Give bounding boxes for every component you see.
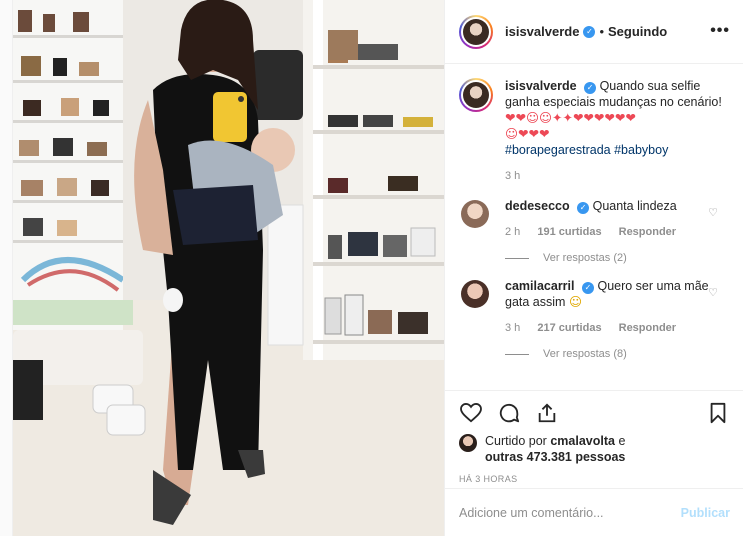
author-avatar-image bbox=[463, 18, 489, 45]
comment-avatar[interactable] bbox=[459, 278, 491, 310]
verified-badge-icon: ✓ bbox=[581, 282, 594, 294]
caption-body: isisvalverde ✓ Quando sua selfie ganha e… bbox=[505, 78, 730, 184]
action-icons-row bbox=[459, 399, 730, 427]
caption-meta: 3 h bbox=[505, 168, 730, 184]
comment-reply-button[interactable]: Responder bbox=[619, 226, 676, 238]
comment-username[interactable]: dedesecco bbox=[505, 199, 570, 213]
liked-by-text: Curtido por cmalavolta e outras 473.381 … bbox=[485, 433, 625, 465]
comment-text: Quanta lindeza bbox=[592, 199, 677, 213]
liked-by-prefix: Curtido por bbox=[485, 434, 547, 448]
replies-line bbox=[505, 353, 529, 355]
comment-time[interactable]: 3 h bbox=[505, 322, 520, 334]
caption-avatar-ring bbox=[459, 78, 493, 112]
post-photo-illustration bbox=[13, 0, 444, 536]
comment-reply-button[interactable]: Responder bbox=[619, 322, 676, 334]
comment-body: camilacarril ✓ Quero ser uma mãe gata as… bbox=[505, 278, 730, 336]
comment-meta: 2 h 191 curtidas Responder bbox=[505, 224, 730, 240]
post-photo[interactable] bbox=[13, 0, 444, 536]
comment-avatar[interactable] bbox=[459, 198, 491, 230]
liked-by-user[interactable]: cmalavolta bbox=[550, 434, 615, 448]
add-comment-input[interactable]: Adicione um comentário... bbox=[459, 506, 681, 520]
bookmark-icon[interactable] bbox=[706, 401, 730, 425]
caption-avatar[interactable] bbox=[459, 78, 493, 112]
caption-avatar-inner bbox=[461, 80, 491, 110]
author-username[interactable]: isisvalverde bbox=[505, 24, 579, 39]
caption-username[interactable]: isisvalverde bbox=[505, 79, 577, 93]
liked-by-others[interactable]: outras 473.381 pessoas bbox=[485, 450, 625, 464]
share-icon[interactable] bbox=[535, 401, 559, 425]
caption-avatar-image bbox=[463, 82, 489, 108]
caption-time[interactable]: 3 h bbox=[505, 170, 520, 182]
verified-badge-icon: ✓ bbox=[584, 82, 597, 94]
publish-button[interactable]: Publicar bbox=[681, 506, 730, 520]
caption: isisvalverde ✓ Quando sua selfie ganha e… bbox=[459, 78, 730, 184]
follow-status-button[interactable]: Seguindo bbox=[608, 24, 667, 39]
comment-like-heart-icon[interactable]: ♡ bbox=[708, 286, 718, 299]
view-replies-button[interactable]: Ver respostas (8) bbox=[505, 348, 730, 360]
comment-avatar-image bbox=[461, 280, 489, 308]
frame: isisvalverde ✓ • Seguindo ••• isisvalver… bbox=[0, 0, 743, 536]
verified-badge-icon: ✓ bbox=[583, 25, 596, 38]
view-replies-label: Ver respostas (8) bbox=[543, 348, 627, 360]
caption-hashtags[interactable]: #borapegarestrada #babyboy bbox=[505, 143, 668, 157]
comment-avatar-image bbox=[461, 200, 489, 228]
comment-meta: 3 h 217 curtidas Responder bbox=[505, 320, 730, 336]
caption-emojis-line2: ☺❤❤❤ bbox=[505, 126, 550, 141]
author-avatar[interactable] bbox=[459, 14, 493, 49]
liked-by-and: e bbox=[618, 434, 626, 448]
verified-badge-icon: ✓ bbox=[577, 202, 590, 214]
heart-icon[interactable] bbox=[459, 401, 483, 425]
liked-by: Curtido por cmalavolta e outras 473.381 … bbox=[459, 433, 730, 465]
replies-line bbox=[505, 257, 529, 259]
caption-emojis-line1: ❤❤☺☺✦✦❤❤❤❤❤❤ bbox=[505, 110, 636, 125]
post-side-panel: isisvalverde ✓ • Seguindo ••• isisvalver… bbox=[444, 0, 743, 536]
comment-like-heart-icon[interactable]: ♡ bbox=[708, 206, 718, 219]
separator-dot: • bbox=[599, 24, 605, 39]
post-timestamp[interactable]: HÁ 3 HORAS bbox=[459, 474, 730, 484]
more-options-icon[interactable]: ••• bbox=[710, 22, 730, 40]
comment-emoji: ☺ bbox=[568, 294, 582, 309]
comment-username[interactable]: camilacarril bbox=[505, 279, 575, 293]
comment-likes[interactable]: 191 curtidas bbox=[537, 226, 601, 238]
comment-time[interactable]: 2 h bbox=[505, 226, 520, 238]
comments-list[interactable]: isisvalverde ✓ Quando sua selfie ganha e… bbox=[445, 64, 743, 390]
comment-item: camilacarril ✓ Quero ser uma mãe gata as… bbox=[459, 278, 730, 336]
author-avatar-inner bbox=[461, 16, 491, 47]
liked-by-avatar[interactable] bbox=[459, 434, 477, 452]
post-header: isisvalverde ✓ • Seguindo ••• bbox=[445, 0, 743, 64]
post-actions: Curtido por cmalavolta e outras 473.381 … bbox=[445, 390, 743, 490]
comment-icon[interactable] bbox=[497, 401, 521, 425]
comment-likes[interactable]: 217 curtidas bbox=[537, 322, 601, 334]
comment-body: dedesecco ✓ Quanta lindeza 2 h 191 curti… bbox=[505, 198, 730, 240]
comment-item: dedesecco ✓ Quanta lindeza 2 h 191 curti… bbox=[459, 198, 730, 240]
post-modal: isisvalverde ✓ • Seguindo ••• isisvalver… bbox=[12, 0, 743, 536]
view-replies-button[interactable]: Ver respostas (2) bbox=[505, 252, 730, 264]
view-replies-label: Ver respostas (2) bbox=[543, 252, 627, 264]
add-comment-bar: Adicione um comentário... Publicar bbox=[445, 488, 743, 536]
